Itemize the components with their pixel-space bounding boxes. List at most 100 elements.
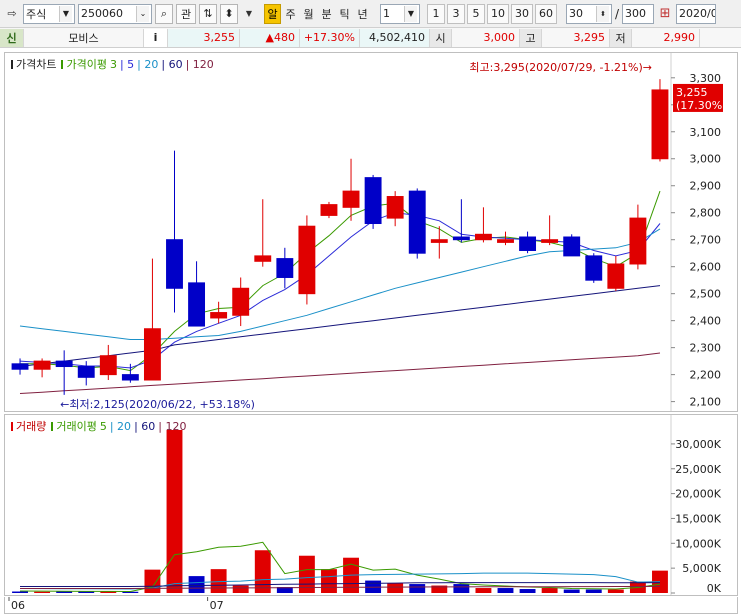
total-count-field[interactable]: 300 (622, 3, 655, 24)
candle[interactable] (629, 204, 647, 270)
candle-body (276, 258, 294, 278)
volume-bar[interactable] (144, 569, 161, 593)
period-tab-2[interactable]: 월 (300, 4, 317, 24)
volume-bar[interactable] (188, 576, 205, 593)
volume-bar[interactable] (166, 429, 183, 593)
y-tick-label: 2,300 (690, 342, 722, 355)
stock-name: 모비스 (24, 28, 144, 47)
volume-bar[interactable] (321, 569, 337, 593)
y-tick-label: 20,000K (675, 488, 721, 501)
candle[interactable] (563, 234, 581, 257)
candle-body (408, 190, 426, 254)
volume-bar[interactable] (497, 588, 514, 593)
candle-body (55, 360, 73, 368)
search-icon[interactable]: ⌕ (155, 3, 173, 24)
chevron-down-icon[interactable]: ▼ (59, 5, 72, 22)
transfer-icon[interactable]: ⇨ (4, 6, 20, 22)
interval-button-60[interactable]: 60 (535, 3, 557, 24)
candle[interactable] (99, 344, 117, 381)
interval-button-3[interactable]: 3 (447, 3, 465, 24)
sort-icon[interactable]: ⇅ (199, 3, 217, 24)
candle[interactable] (254, 199, 272, 267)
volume-chart-panel[interactable]: 거래량 거래이평 5 | 20 | 60 | 120 0K 5,000K 10,000K 1… (4, 414, 738, 596)
volume-bar[interactable] (607, 589, 624, 593)
candle[interactable] (166, 150, 183, 313)
interval-button-30[interactable]: 30 (511, 3, 533, 24)
candle[interactable] (33, 358, 51, 378)
high-annotation: 최고:3,295(2020/07/29, -1.21%)→ (469, 61, 652, 74)
y-tick-label: 3,100 (690, 126, 722, 139)
market-type-select[interactable]: 주식 ▼ (23, 3, 75, 24)
candle[interactable] (298, 215, 316, 305)
volume-bar[interactable] (254, 550, 271, 593)
price-chart-panel[interactable]: 가격차트 가격이평 3 | 5 | 20 | 60 | 120 2,100 2,200 2,… (4, 52, 738, 412)
candle-body (585, 255, 603, 281)
volume-bar[interactable] (585, 589, 602, 593)
info-icon[interactable]: i (144, 28, 168, 47)
volume-bar[interactable] (453, 584, 470, 593)
volume-bar[interactable] (12, 591, 28, 593)
period-tab-0[interactable]: 알 (264, 3, 281, 24)
period-tab-3[interactable]: 분 (318, 4, 335, 24)
candle[interactable] (452, 199, 470, 243)
chevron-down-icon[interactable]: ▼ (404, 5, 417, 22)
candle[interactable] (651, 79, 669, 162)
candle[interactable] (607, 255, 625, 291)
candle[interactable] (541, 215, 559, 246)
volume-bar[interactable] (34, 591, 51, 593)
candle[interactable] (276, 247, 294, 289)
candle[interactable] (430, 226, 448, 259)
stepper-arrows-icon[interactable]: ⬍ (596, 5, 609, 22)
period-tabs: 알주월분틱년 (264, 3, 371, 24)
candle[interactable] (408, 188, 426, 259)
volume-bar[interactable] (409, 584, 426, 593)
interval-select[interactable]: 1 ▼ (380, 3, 420, 24)
x-tick-label: 07 (210, 599, 224, 612)
interval-button-1[interactable]: 1 (427, 3, 445, 24)
candle[interactable] (474, 207, 492, 243)
candle[interactable] (232, 277, 250, 327)
period-tab-4[interactable]: 틱 (336, 4, 353, 24)
candle[interactable] (188, 261, 206, 327)
stepper-icon[interactable]: ⬍ (220, 3, 238, 24)
chevron-down-icon[interactable]: ▼ (241, 6, 257, 22)
volume-bar[interactable] (475, 588, 492, 593)
candle[interactable] (364, 174, 382, 229)
y-tick-label: 25,000K (675, 463, 721, 476)
price-chart[interactable]: 2,100 2,200 2,300 2,400 2,500 2,600 2,700 2,800… (5, 53, 737, 411)
y-tick-label: 2,500 (690, 288, 722, 301)
candle[interactable] (386, 191, 404, 227)
date-field[interactable]: 2020/07 (676, 3, 717, 24)
candle-body (474, 233, 492, 241)
interval-button-5[interactable]: 5 (467, 3, 485, 24)
period-tab-5[interactable]: 년 (354, 4, 371, 24)
interval-button-10[interactable]: 10 (487, 3, 509, 24)
candle[interactable] (519, 231, 537, 254)
high-value: 3,295 (542, 28, 610, 47)
candle[interactable] (320, 201, 338, 219)
volume-bar[interactable] (541, 588, 558, 593)
candle[interactable] (55, 350, 73, 395)
candle-body (452, 236, 470, 241)
candle[interactable] (210, 301, 228, 324)
volume-bar[interactable] (387, 583, 404, 593)
stock-code-field[interactable]: 250060 ⌄ (78, 3, 152, 24)
volume-chart[interactable]: 0K 5,000K 10,000K 15,000K 20,000K 25,000K 30,0… (5, 415, 737, 595)
candle[interactable] (342, 158, 360, 221)
volume-bar[interactable] (563, 589, 580, 593)
count-stepper[interactable]: 30 ⬍ (566, 3, 612, 24)
gwan-button[interactable]: 관 (176, 3, 196, 24)
period-tab-1[interactable]: 주 (282, 4, 299, 24)
y-tick-label: 2,800 (690, 207, 722, 220)
candle[interactable] (143, 258, 161, 381)
settings-icon[interactable]: ⊞ (657, 6, 673, 22)
chevron-down-icon[interactable]: ⌄ (136, 5, 149, 22)
candle[interactable] (585, 253, 603, 283)
y-tick-label: 30,000K (675, 438, 721, 451)
candle[interactable] (77, 361, 95, 386)
volume-bar[interactable] (519, 589, 536, 593)
date-value: 2020/07 (679, 7, 715, 20)
volume-bar[interactable] (232, 585, 249, 593)
candle-body (210, 312, 228, 319)
candle[interactable] (11, 358, 29, 375)
